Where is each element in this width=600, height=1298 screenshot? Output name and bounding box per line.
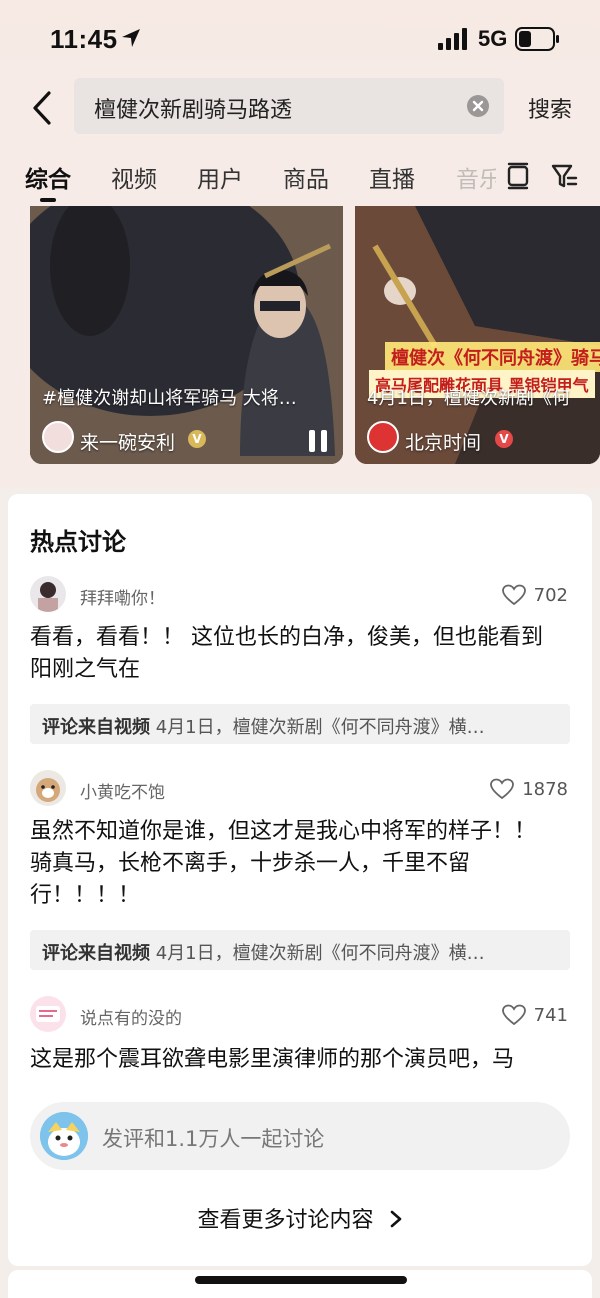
heart-icon xyxy=(490,778,515,800)
comment-input-placeholder: 发评和1.1万人一起讨论 xyxy=(102,1127,325,1151)
comment-username[interactable]: 拜拜嘞你！ xyxy=(80,584,165,609)
comment-source[interactable]: 评论来自视频 4月1日，檀健次新剧《何不同舟渡》横… xyxy=(30,704,570,744)
author-avatar xyxy=(42,421,74,453)
heart-icon xyxy=(501,584,526,606)
avatar[interactable] xyxy=(30,770,66,806)
avatar[interactable] xyxy=(30,576,66,612)
filter-icon[interactable] xyxy=(550,162,578,190)
chevron-left-icon xyxy=(33,91,51,125)
video-results: #檀健次谢却山将军骑马 大将… 来一碗安利 V 檀健次《何不同舟渡》骑马 高马尾… xyxy=(0,206,600,488)
search-header: 檀健次新剧骑马路透 搜索 xyxy=(0,76,600,150)
signal-bars-icon xyxy=(438,28,467,50)
verified-icon: V xyxy=(188,430,206,448)
author-name[interactable]: 来一碗安利 xyxy=(80,428,175,455)
author-name[interactable]: 北京时间 xyxy=(405,428,481,455)
author-avatar xyxy=(367,421,399,453)
status-bar: 11:45 5G xyxy=(0,0,600,76)
pause-icon[interactable] xyxy=(306,428,330,454)
video-card[interactable]: 檀健次《何不同舟渡》骑马 高马尾配雕花面具 黑银铠甲气 4月1日，檀健次新剧《何… xyxy=(355,206,600,464)
avatar xyxy=(40,1112,88,1160)
source-label: 评论来自视频 xyxy=(42,717,150,738)
tab-general[interactable]: 综合 xyxy=(25,160,71,194)
like-button[interactable]: 741 xyxy=(501,1004,568,1026)
search-query: 檀健次新剧骑马路透 xyxy=(94,98,293,123)
next-result-card xyxy=(8,1270,592,1298)
layout-icon[interactable] xyxy=(506,162,530,190)
search-input[interactable]: 檀健次新剧骑马路透 xyxy=(74,78,504,134)
tab-products[interactable]: 商品 xyxy=(283,160,329,194)
like-count: 741 xyxy=(533,1004,568,1026)
tab-live[interactable]: 直播 xyxy=(369,160,415,194)
comment-input[interactable]: 发评和1.1万人一起讨论 xyxy=(30,1102,570,1170)
panel-title: 热点讨论 xyxy=(30,528,126,556)
tab-music[interactable]: 音乐 xyxy=(456,160,496,194)
status-time: 11:45 xyxy=(50,24,118,54)
comment-username[interactable]: 小黄吃不饱 xyxy=(80,778,165,803)
comment-source[interactable]: 评论来自视频 4月1日，檀健次新剧《何不同舟渡》横… xyxy=(30,930,570,970)
avatar[interactable] xyxy=(30,996,66,1032)
source-label: 评论来自视频 xyxy=(42,943,150,964)
source-text: 4月1日，檀健次新剧《何不同舟渡》横… xyxy=(155,717,485,738)
clear-icon[interactable] xyxy=(466,94,490,118)
video-thumbnail xyxy=(30,206,343,464)
comment-text: 虽然不知道你是谁，但这才是我心中将军的样子！！ 骑真马，长枪不离手，十步杀一人，… xyxy=(30,819,537,908)
avatar-image xyxy=(40,1112,88,1160)
search-button[interactable]: 搜索 xyxy=(528,92,572,124)
video-card[interactable]: #檀健次谢却山将军骑马 大将… 来一碗安利 V xyxy=(30,206,343,464)
view-more-discussion-link[interactable]: 查看更多讨论内容 xyxy=(8,1202,592,1234)
like-button[interactable]: 1878 xyxy=(490,778,568,800)
tab-users[interactable]: 用户 xyxy=(197,160,243,194)
source-text: 4月1日，檀健次新剧《何不同舟渡》横… xyxy=(155,943,485,964)
back-button[interactable] xyxy=(22,88,62,128)
verified-icon: V xyxy=(495,430,513,448)
video-overlay-title: 檀健次《何不同舟渡》骑马 xyxy=(385,342,600,372)
view-more-label: 查看更多讨论内容 xyxy=(197,1208,374,1233)
battery-icon xyxy=(515,27,559,51)
like-button[interactable]: 702 xyxy=(501,584,568,606)
chevron-right-icon xyxy=(390,1210,401,1228)
like-count: 702 xyxy=(533,584,568,606)
home-indicator[interactable] xyxy=(195,1276,407,1284)
heart-icon xyxy=(501,1004,526,1026)
tab-video[interactable]: 视频 xyxy=(111,160,157,194)
comment-text: 这是那个震耳欲聋电影里演律师的那个演员吧，马 xyxy=(30,1047,515,1072)
comment-username[interactable]: 说点有的没的 xyxy=(80,1004,182,1029)
hot-discussion-panel: 热点讨论 拜拜嘞你！ 702 看看，看看！！ 这位也长的白净，俊美，但也能看到阳… xyxy=(8,494,592,1266)
avatar-image xyxy=(36,1006,60,1022)
tab-bar: 综合 视频 用户 商品 直播 音乐 xyxy=(0,150,600,206)
video-caption: #檀健次谢却山将军骑马 大将… xyxy=(42,388,297,409)
network-label: 5G xyxy=(478,26,508,51)
avatar-image xyxy=(36,778,60,802)
location-arrow-icon xyxy=(122,29,140,47)
comment-text: 看看，看看！！ 这位也长的白净，俊美，但也能看到阳刚之气在 xyxy=(30,625,543,682)
avatar-image xyxy=(38,582,58,612)
tab-active-indicator xyxy=(40,198,56,202)
like-count: 1878 xyxy=(522,778,568,800)
video-caption: 4月1日，檀健次新剧《何 xyxy=(367,388,570,409)
